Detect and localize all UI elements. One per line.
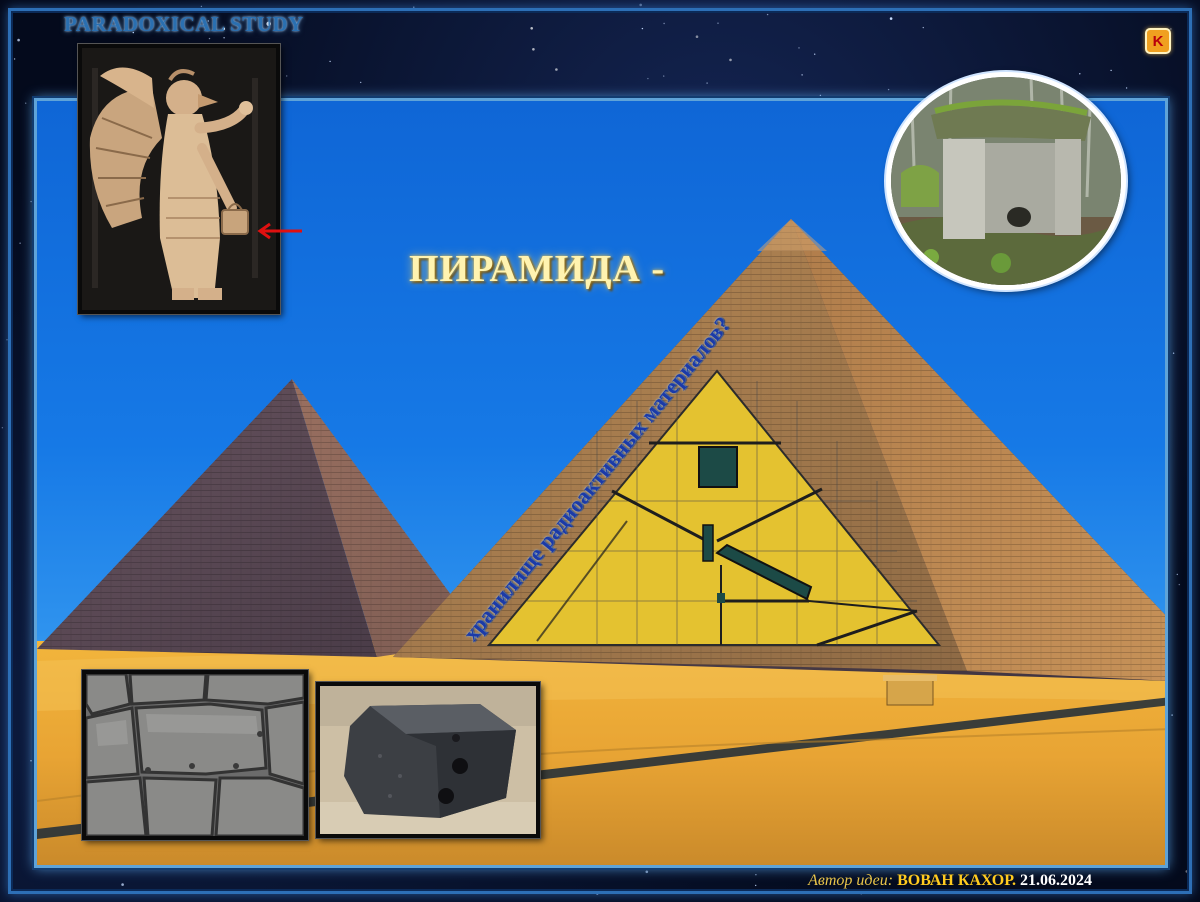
star [755, 884, 757, 887]
star [1079, 73, 1081, 75]
star [814, 53, 816, 55]
star [647, 77, 649, 80]
star [729, 58, 732, 62]
credit-label: Автор идеи: [808, 872, 894, 889]
small-stone-structure [883, 675, 937, 706]
star [922, 26, 924, 29]
star [25, 102, 27, 104]
star [17, 38, 20, 42]
relief-illustration [82, 48, 276, 310]
star [755, 874, 757, 876]
star [766, 13, 769, 16]
star [641, 27, 644, 30]
star [121, 883, 124, 886]
star [596, 892, 599, 895]
star [706, 82, 708, 84]
star [208, 37, 211, 40]
series-title: PARADOXICAL STUDY [64, 12, 304, 36]
star [30, 200, 32, 203]
block-illustration [320, 686, 536, 834]
red-arrow-icon [257, 222, 302, 240]
star [1125, 87, 1128, 89]
star [889, 17, 893, 20]
star [6, 339, 8, 341]
polygonal-wall-photo[interactable] [82, 670, 308, 840]
star [19, 242, 21, 244]
star [555, 68, 558, 71]
small-pyramid [37, 379, 485, 657]
star [1176, 573, 1179, 576]
credit-date: 21.06.2024 [1020, 872, 1092, 889]
dolmen-photo[interactable] [886, 72, 1126, 290]
star [860, 893, 862, 895]
star [717, 22, 719, 24]
star [1170, 28, 1172, 30]
dolmen-illustration [891, 77, 1121, 285]
star [286, 75, 288, 77]
star [223, 37, 225, 39]
star [639, 3, 642, 7]
drilled-stone-block-photo[interactable] [316, 682, 540, 838]
star [1178, 583, 1181, 586]
star [30, 760, 32, 762]
star [695, 35, 699, 38]
star [663, 22, 665, 25]
star [329, 60, 331, 63]
star [798, 47, 800, 49]
star [9, 500, 12, 504]
star [532, 48, 535, 51]
k-logo-icon[interactable]: K [1145, 28, 1171, 54]
star [887, 88, 890, 91]
star [1110, 69, 1112, 72]
star [200, 5, 203, 8]
star [530, 27, 533, 30]
star [360, 81, 362, 84]
star [13, 58, 16, 60]
star [819, 94, 822, 97]
star [663, 75, 665, 77]
star [1172, 352, 1175, 354]
star [645, 870, 649, 874]
author-credit: Автор идеи: ВОВАН КАХОР. 21.06.2024 [808, 872, 1092, 890]
credit-author: ВОВАН КАХОР. [897, 872, 1016, 889]
winged-figure-relief-photo[interactable] [78, 44, 280, 314]
star [1, 427, 4, 429]
star [801, 74, 803, 76]
star [1185, 870, 1189, 873]
star [1171, 714, 1173, 716]
wall-illustration [86, 674, 304, 836]
headline: ПИРАМИДА - [409, 248, 666, 290]
star [413, 6, 415, 8]
